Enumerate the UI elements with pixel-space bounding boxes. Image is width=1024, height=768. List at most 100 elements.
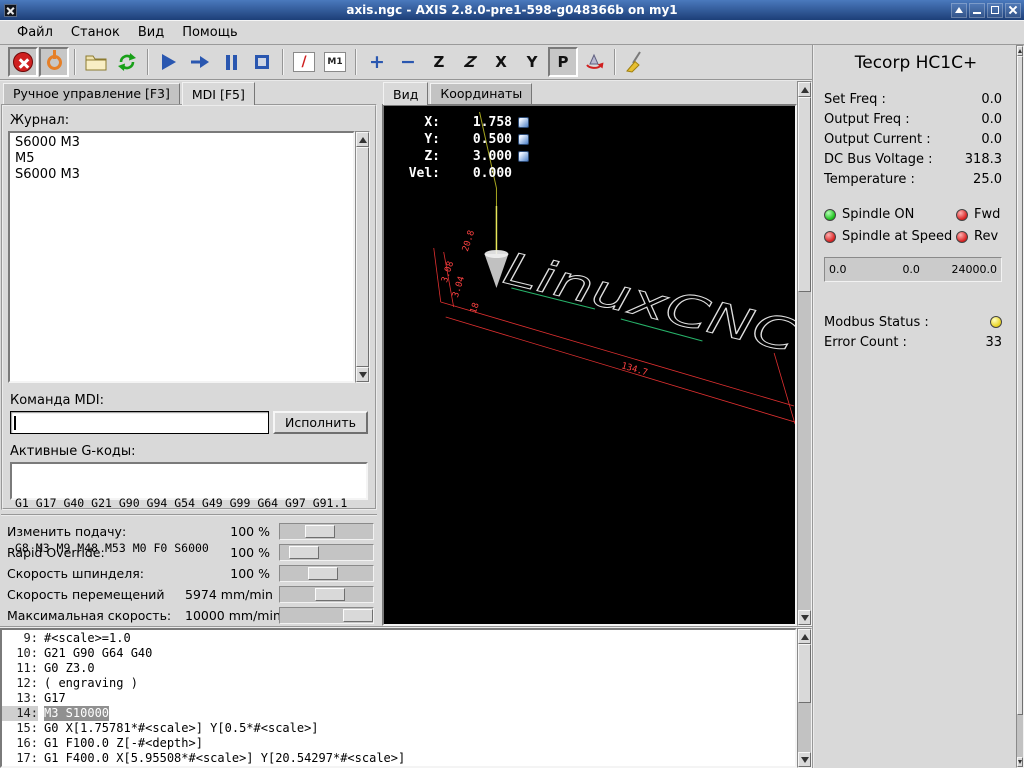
gcode-listing[interactable]: 9:#<scale>=1.0 10:G21 G90 G64 G40 11:G0 … [0,628,797,768]
close-button[interactable] [1005,3,1021,18]
gcode-line[interactable]: 16:G1 F100.0 Z[-#<depth>] [2,736,795,751]
spindle-override-label: Скорость шпинделя: [7,566,185,581]
homed-icon [518,151,529,162]
listing-scrollbar[interactable] [797,628,812,768]
maximize-button[interactable] [987,3,1003,18]
shade-button[interactable] [951,3,967,18]
preview-scrollbar[interactable] [797,81,812,626]
clear-plot-button[interactable] [621,47,651,77]
scroll-thumb[interactable] [356,147,369,367]
max-velocity-label: Максимальная скорость: [7,608,185,623]
pause-button[interactable] [216,47,246,77]
preview-canvas[interactable]: X:1.758 Y:0.500 Z:3.000 Vel:0.000 Linux [382,104,797,626]
view-z-rotated-button[interactable]: Z [455,47,485,77]
history-scrollbar[interactable] [355,131,370,383]
view-x-button[interactable]: X [486,47,516,77]
scroll-thumb[interactable] [798,97,811,292]
mdi-execute-button[interactable]: Исполнить [273,411,368,434]
vfd-title: Tecorp HC1C+ [824,53,1008,73]
rapid-override-value: 100 % [185,545,279,560]
gcode-line[interactable]: 9:#<scale>=1.0 [2,631,795,646]
jog-speed-slider[interactable] [279,586,374,603]
feed-override-slider[interactable] [279,523,374,540]
mdi-command-label: Команда MDI: [10,393,370,408]
scroll-down-arrow[interactable] [798,752,811,767]
menu-machine[interactable]: Станок [62,22,129,43]
stop-icon [255,55,269,69]
dim-label: 18 [469,302,482,315]
gcode-line[interactable]: 15:G0 X[1.75781*#<scale>] Y[0.5*#<scale>… [2,721,795,736]
spindle-override-slider[interactable] [279,565,374,582]
tab-preview[interactable]: Вид [383,82,428,105]
output-freq-label: Output Freq : [824,112,910,127]
scroll-down-arrow[interactable] [1017,757,1023,767]
scroll-up-arrow[interactable] [356,132,369,147]
scroll-up-arrow[interactable] [1017,46,1023,56]
estop-icon [13,52,33,72]
maximize-icon [991,6,999,14]
tab-mdi[interactable]: MDI [F5] [182,82,255,105]
slider-thumb[interactable] [305,525,335,538]
tab-dro[interactable]: Координаты [430,83,532,104]
run-step-button[interactable] [185,47,215,77]
view-y-button[interactable]: Y [517,47,547,77]
scroll-thumb[interactable] [798,644,811,703]
rapid-override-slider[interactable] [279,544,374,561]
scroll-up-arrow[interactable] [798,82,811,97]
menu-view[interactable]: Вид [129,22,173,43]
history-line: S6000 M3 [15,135,348,151]
gcode-line[interactable]: 11:G0 Z3.0 [2,661,795,676]
view-perspective-button[interactable]: P [548,47,578,77]
active-gcodes-label: Активные G-коды: [10,444,370,459]
open-file-button[interactable] [81,47,111,77]
minimize-button[interactable] [969,3,985,18]
spindle-at-speed-led [824,231,836,243]
dim-label: 3.04 [451,275,467,299]
rotate-view-button[interactable] [579,47,609,77]
gcode-line[interactable]: 13:G17 [2,691,795,706]
slider-thumb[interactable] [289,546,319,559]
dim-label: 3.08 [440,260,456,284]
temperature-value: 25.0 [973,172,1002,187]
history-line: S6000 M3 [15,167,348,183]
backplot-text: LinuxCNC [499,243,795,363]
menu-help[interactable]: Помощь [173,22,246,43]
zoom-in-button[interactable]: + [362,47,392,77]
reload-file-button[interactable] [112,47,142,77]
run-program-button[interactable] [154,47,184,77]
gcode-line[interactable]: 17:G1 F400.0 X[5.95508*#<scale>] Y[20.54… [2,751,795,766]
titlebar[interactable]: axis.ngc - AXIS 2.8.0-pre1-598-g048366b … [0,0,1024,20]
slider-thumb[interactable] [315,588,345,601]
stop-button[interactable] [247,47,277,77]
vfd-panel-scrollbar[interactable] [1016,45,1024,768]
scroll-down-arrow[interactable] [798,610,811,625]
zoom-in-icon: + [369,53,385,72]
feed-override-value: 100 % [185,524,279,539]
slider-thumb[interactable] [308,567,338,580]
view-z-button[interactable]: Z [424,47,454,77]
machine-power-button[interactable] [39,47,69,77]
rotate-icon [584,52,604,72]
minimize-icon [973,12,981,14]
zoom-out-button[interactable]: − [393,47,423,77]
overrides-section: Изменить подачу: 100 % Rapid Override: 1… [1,514,377,626]
optional-pause-button[interactable]: M1 [320,47,350,77]
scroll-down-arrow[interactable] [356,367,369,382]
max-velocity-slider[interactable] [279,607,374,624]
block-delete-button[interactable]: / [289,47,319,77]
gcode-line-active[interactable]: 14:M3 S10000 [2,706,795,721]
scroll-up-arrow[interactable] [798,629,811,644]
estop-button[interactable] [8,47,38,77]
scroll-thumb[interactable] [1017,56,1023,715]
vfd-panel: Tecorp HC1C+ Set Freq :0.0 Output Freq :… [812,45,1016,768]
mdi-history[interactable]: S6000 M3 M5 S6000 M3 [8,131,355,383]
menu-file[interactable]: Файл [8,22,62,43]
output-current-value: 0.0 [981,132,1002,147]
slider-thumb[interactable] [343,609,373,622]
gcode-line[interactable]: 12:( engraving ) [2,676,795,691]
gcode-line[interactable]: 10:G21 G90 G64 G40 [2,646,795,661]
mdi-panel: Журнал: S6000 M3 M5 S6000 M3 [1,104,377,510]
mdi-input[interactable] [10,411,269,434]
tab-manual-control[interactable]: Ручное управление [F3] [3,83,180,104]
spindle-fwd-led [956,209,968,221]
